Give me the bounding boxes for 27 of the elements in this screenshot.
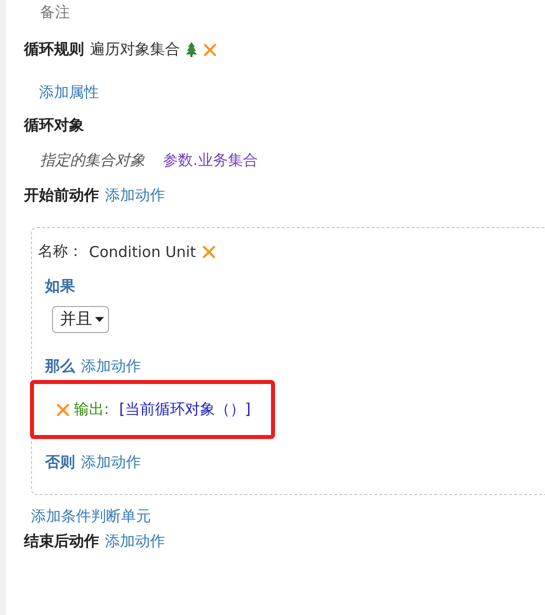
loop-object-label: 循环对象 — [24, 116, 84, 135]
add-action-link[interactable]: 添加动作 — [81, 453, 141, 472]
output-label: 输出: — [74, 400, 110, 419]
add-action-link[interactable]: 添加动作 — [105, 532, 165, 551]
unit-name: Condition Unit — [89, 242, 196, 260]
note-label: 备注 — [40, 2, 70, 23]
loop-rule-label: 循环规则 — [24, 40, 84, 59]
delete-icon[interactable] — [56, 402, 70, 416]
before-start-label: 开始前动作 — [24, 186, 99, 205]
then-label: 那么 — [45, 357, 75, 376]
add-condition-unit-link[interactable]: 添加条件判断单元 — [31, 507, 151, 526]
add-action-link[interactable]: 添加动作 — [81, 357, 141, 376]
if-label: 如果 — [45, 277, 75, 296]
name-label: 名称： — [38, 242, 83, 261]
else-label: 否则 — [45, 453, 75, 472]
delete-icon[interactable] — [202, 244, 216, 258]
add-action-link[interactable]: 添加动作 — [105, 186, 165, 205]
tree-icon — [186, 42, 197, 57]
add-property-link[interactable]: 添加属性 — [39, 83, 99, 102]
output-value-link[interactable]: [当前循环对象（）] — [119, 400, 251, 419]
caret-icon — [95, 317, 104, 322]
collection-value-link[interactable]: 参数.业务集合 — [163, 151, 258, 170]
loop-rule-value: 遍历对象集合 — [90, 40, 180, 59]
after-end-label: 结束后动作 — [24, 532, 99, 551]
delete-icon[interactable] — [203, 42, 217, 56]
collection-field-label: 指定的集合对象 — [40, 151, 145, 170]
operator-select[interactable]: 并且 — [52, 306, 109, 333]
